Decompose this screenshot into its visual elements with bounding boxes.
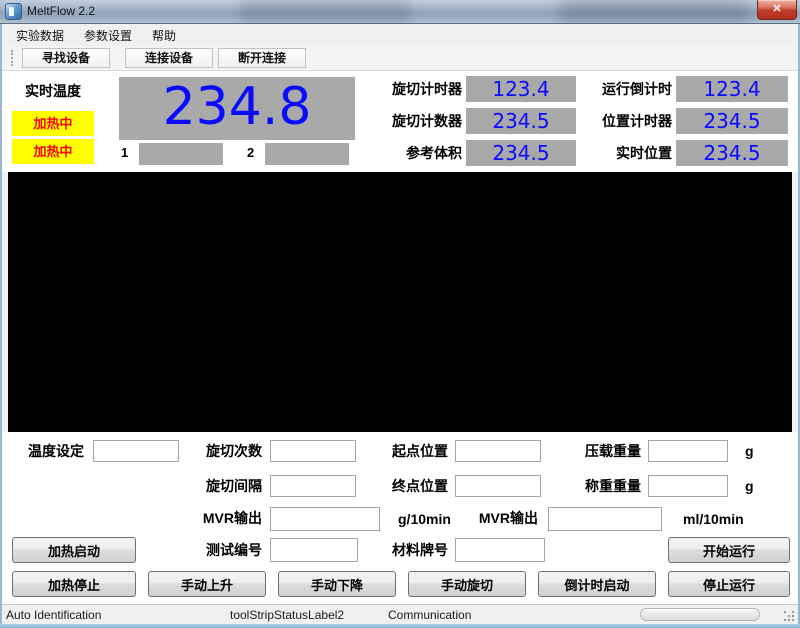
mvr-output1-label: MVR输出 bbox=[202, 510, 262, 526]
heat-start-button[interactable]: 加热启动 bbox=[12, 537, 136, 563]
zone1-display bbox=[139, 143, 223, 165]
load-weight-unit: g bbox=[745, 443, 754, 459]
window-title: MeltFlow 2.2 bbox=[27, 4, 96, 18]
window-border-left bbox=[0, 24, 2, 628]
manual-down-button[interactable]: 手动下降 bbox=[278, 571, 396, 597]
realtime-position-label: 实时位置 bbox=[616, 145, 672, 161]
cut-count-input[interactable] bbox=[270, 440, 356, 462]
cut-count-label: 旋切次数 bbox=[206, 443, 262, 459]
app-icon bbox=[5, 3, 22, 20]
menu-experiment-data[interactable]: 实验数据 bbox=[6, 24, 74, 47]
cut-counter-label: 旋切计数器 bbox=[392, 113, 462, 129]
mvr-output2-input[interactable] bbox=[548, 507, 662, 531]
weigh-weight-unit: g bbox=[745, 478, 754, 494]
heater1-status-badge: 加热中 bbox=[12, 111, 94, 136]
load-weight-input[interactable] bbox=[648, 440, 728, 462]
temp-setting-input[interactable] bbox=[93, 440, 179, 462]
aero-glass-reflection bbox=[240, 0, 410, 24]
temperature-display: 234.8 bbox=[119, 77, 355, 140]
app-window: MeltFlow 2.2 ✕ 实验数据 参数设置 帮助 寻找设备 连接设备 断开… bbox=[0, 0, 800, 628]
weigh-weight-input[interactable] bbox=[648, 475, 728, 497]
reference-volume-label: 参考体积 bbox=[406, 145, 462, 161]
run-stop-button[interactable]: 停止运行 bbox=[668, 571, 790, 597]
cut-counter-display: 234.5 bbox=[466, 108, 576, 134]
start-position-label: 起点位置 bbox=[392, 443, 448, 459]
manual-cut-button[interactable]: 手动旋切 bbox=[408, 571, 526, 597]
zone2-label: 2 bbox=[247, 145, 255, 160]
cut-timer-label: 旋切计时器 bbox=[392, 81, 462, 97]
countdown-start-button[interactable]: 倒计时启动 bbox=[538, 571, 656, 597]
disconnect-button[interactable]: 断开连接 bbox=[218, 48, 306, 68]
test-id-label: 测试编号 bbox=[206, 542, 262, 558]
material-input[interactable] bbox=[455, 538, 545, 562]
parameter-form: 温度设定 旋切次数 起点位置 压载重量 g 旋切间隔 终点位置 称重重量 g M… bbox=[2, 432, 798, 604]
aero-glass-reflection bbox=[560, 0, 750, 24]
heater2-status-badge: 加热中 bbox=[12, 139, 94, 164]
toolbar: 寻找设备 连接设备 断开连接 bbox=[2, 46, 798, 71]
close-button[interactable]: ✕ bbox=[757, 0, 797, 20]
temp-setting-label: 温度设定 bbox=[28, 443, 84, 459]
manual-up-button[interactable]: 手动上升 bbox=[148, 571, 266, 597]
connect-device-button[interactable]: 连接设备 bbox=[125, 48, 213, 68]
find-device-button[interactable]: 寻找设备 bbox=[22, 48, 110, 68]
status-communication: Communication bbox=[388, 608, 472, 622]
test-id-input[interactable] bbox=[270, 538, 358, 562]
progress-bar bbox=[640, 608, 760, 621]
status-bar: Auto Identification toolStripStatusLabel… bbox=[2, 604, 798, 624]
weigh-weight-label: 称重重量 bbox=[585, 478, 641, 494]
menu-parameter-settings[interactable]: 参数设置 bbox=[74, 24, 142, 47]
start-position-input[interactable] bbox=[455, 440, 541, 462]
status-label2: toolStripStatusLabel2 bbox=[230, 608, 345, 622]
menu-bar: 实验数据 参数设置 帮助 bbox=[2, 24, 798, 46]
material-label: 材料牌号 bbox=[392, 542, 448, 558]
toolbar-grip[interactable] bbox=[11, 50, 14, 66]
mvr-output2-unit: ml/10min bbox=[683, 511, 744, 527]
window-border-bottom bbox=[0, 624, 800, 628]
readout-panel: 实时温度 加热中 加热中 234.8 1 2 旋切计时器 123.4 旋切计数器… bbox=[2, 71, 798, 172]
run-countdown-label: 运行倒计时 bbox=[602, 81, 672, 97]
cut-interval-label: 旋切间隔 bbox=[206, 478, 262, 494]
position-timer-display: 234.5 bbox=[676, 108, 788, 134]
load-weight-label: 压载重量 bbox=[585, 443, 641, 459]
mvr-output1-unit: g/10min bbox=[398, 511, 451, 527]
cut-timer-display: 123.4 bbox=[466, 76, 576, 102]
plot-area bbox=[8, 172, 792, 432]
position-timer-label: 位置计时器 bbox=[602, 113, 672, 129]
status-auto-identification: Auto Identification bbox=[6, 608, 102, 622]
mvr-output2-label: MVR输出 bbox=[478, 510, 538, 526]
realtime-position-display: 234.5 bbox=[676, 140, 788, 166]
zone2-display bbox=[265, 143, 349, 165]
end-position-label: 终点位置 bbox=[392, 478, 448, 494]
menu-help[interactable]: 帮助 bbox=[142, 24, 186, 47]
run-countdown-display: 123.4 bbox=[676, 76, 788, 102]
zone1-label: 1 bbox=[121, 145, 129, 160]
realtime-temperature-label: 实时温度 bbox=[25, 83, 81, 99]
run-start-button[interactable]: 开始运行 bbox=[668, 537, 790, 563]
mvr-output1-input[interactable] bbox=[270, 507, 380, 531]
reference-volume-display: 234.5 bbox=[466, 140, 576, 166]
cut-interval-input[interactable] bbox=[270, 475, 356, 497]
end-position-input[interactable] bbox=[455, 475, 541, 497]
title-bar[interactable]: MeltFlow 2.2 ✕ bbox=[0, 0, 800, 24]
resize-grip[interactable] bbox=[784, 611, 794, 621]
heat-stop-button[interactable]: 加热停止 bbox=[12, 571, 136, 597]
